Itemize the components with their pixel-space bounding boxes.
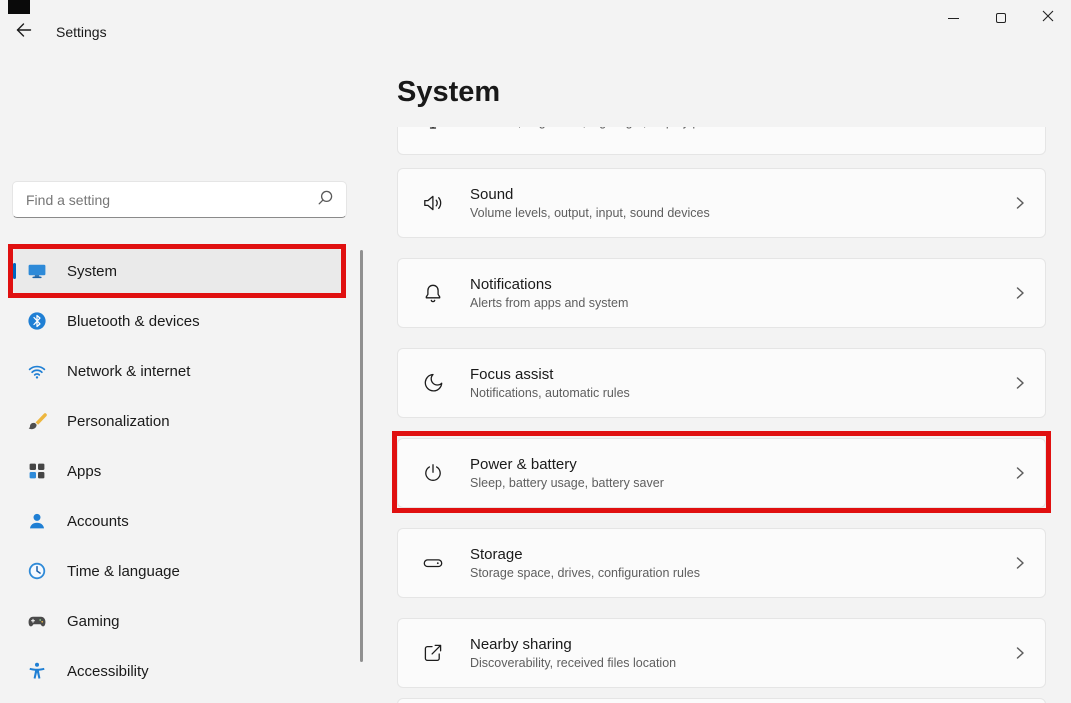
card-title: Nearby sharing (470, 636, 676, 653)
bell-icon (421, 281, 445, 305)
settings-card-nearby-sharing[interactable]: Nearby sharing Discoverability, received… (397, 618, 1046, 688)
window-controls (930, 0, 1071, 36)
maximize-button[interactable] (977, 0, 1024, 36)
settings-card-power-battery[interactable]: Power & battery Sleep, battery usage, ba… (397, 438, 1046, 508)
settings-card-sound[interactable]: Sound Volume levels, output, input, soun… (397, 168, 1046, 238)
card-title: Focus assist (470, 366, 630, 383)
wifi-icon (27, 361, 47, 381)
card-subtitle: Monitors, brightness, night light, displ… (470, 127, 726, 129)
card-title: Sound (470, 186, 710, 203)
window-icon-fragment (8, 0, 30, 14)
card-subtitle: Volume levels, output, input, sound devi… (470, 206, 710, 220)
sidebar-item-label: Accounts (67, 513, 129, 530)
paintbrush-icon (27, 411, 47, 431)
settings-card-focus-assist[interactable]: Focus assist Notifications, automatic ru… (397, 348, 1046, 418)
maximize-icon (996, 13, 1006, 23)
close-button[interactable] (1024, 0, 1071, 36)
sidebar-nav: System Bluetooth & devices Network & int… (13, 248, 341, 698)
chevron-right-icon (1011, 644, 1029, 662)
sidebar-item-label: Gaming (67, 613, 120, 630)
sidebar-item-bluetooth-devices[interactable]: Bluetooth & devices (13, 298, 341, 344)
sidebar-item-label: Time & language (67, 563, 180, 580)
accessibility-person-icon (27, 661, 47, 681)
minimize-button[interactable] (930, 0, 977, 36)
card-subtitle: Alerts from apps and system (470, 296, 628, 310)
chevron-right-icon (1011, 464, 1029, 482)
sidebar-item-accessibility[interactable]: Accessibility (13, 648, 341, 694)
sidebar-item-accounts[interactable]: Accounts (13, 498, 341, 544)
chevron-right-icon (1011, 284, 1029, 302)
game-controller-icon (27, 611, 47, 631)
sidebar-item-apps[interactable]: Apps (13, 448, 341, 494)
bluetooth-icon (27, 311, 47, 331)
window-title: Settings (56, 24, 107, 40)
chevron-right-icon (1011, 194, 1029, 212)
sidebar-item-label: Personalization (67, 413, 170, 430)
search-box[interactable] (12, 181, 347, 218)
card-title: Storage (470, 546, 700, 563)
back-button[interactable] (11, 20, 37, 44)
settings-card-display-partial[interactable]: Monitors, brightness, night light, displ… (397, 127, 1046, 155)
settings-card-notifications[interactable]: Notifications Alerts from apps and syste… (397, 258, 1046, 328)
settings-card-bottom-partial[interactable] (397, 698, 1046, 703)
sidebar-item-gaming[interactable]: Gaming (13, 598, 341, 644)
card-title: Power & battery (470, 456, 664, 473)
card-subtitle: Storage space, drives, configuration rul… (470, 566, 700, 580)
share-icon (421, 641, 445, 665)
moon-icon (421, 371, 445, 395)
sidebar-item-personalization[interactable]: Personalization (13, 398, 341, 444)
sidebar-item-system[interactable]: System (13, 248, 341, 294)
system-icon (27, 261, 47, 281)
sidebar-item-label: System (67, 263, 117, 280)
back-arrow-icon (15, 21, 33, 44)
clock-icon (27, 561, 47, 581)
search-icon (317, 189, 334, 211)
sidebar-item-label: Network & internet (67, 363, 190, 380)
display-icon (421, 127, 445, 132)
page-title: System (397, 76, 500, 109)
settings-card-storage[interactable]: Storage Storage space, drives, configura… (397, 528, 1046, 598)
card-title: Notifications (470, 276, 628, 293)
sidebar-item-time-language[interactable]: Time & language (13, 548, 341, 594)
sidebar-item-label: Apps (67, 463, 101, 480)
minimize-icon (948, 18, 959, 19)
storage-drive-icon (421, 551, 445, 575)
chevron-right-icon (1011, 554, 1029, 572)
power-icon (421, 461, 445, 485)
sidebar-item-label: Bluetooth & devices (67, 313, 200, 330)
titlebar: Settings (0, 0, 1071, 48)
settings-card-list: Sound Volume levels, output, input, soun… (397, 168, 1046, 688)
sound-icon (421, 191, 445, 215)
sidebar-scrollbar[interactable] (360, 250, 363, 662)
card-subtitle: Notifications, automatic rules (470, 386, 630, 400)
card-subtitle: Sleep, battery usage, battery saver (470, 476, 664, 490)
sidebar-item-label: Accessibility (67, 663, 149, 680)
card-subtitle: Discoverability, received files location (470, 656, 676, 670)
close-icon (1042, 9, 1054, 27)
search-input[interactable] (26, 192, 317, 208)
person-icon (27, 511, 47, 531)
apps-grid-icon (27, 461, 47, 481)
chevron-right-icon (1011, 374, 1029, 392)
sidebar-item-network-internet[interactable]: Network & internet (13, 348, 341, 394)
